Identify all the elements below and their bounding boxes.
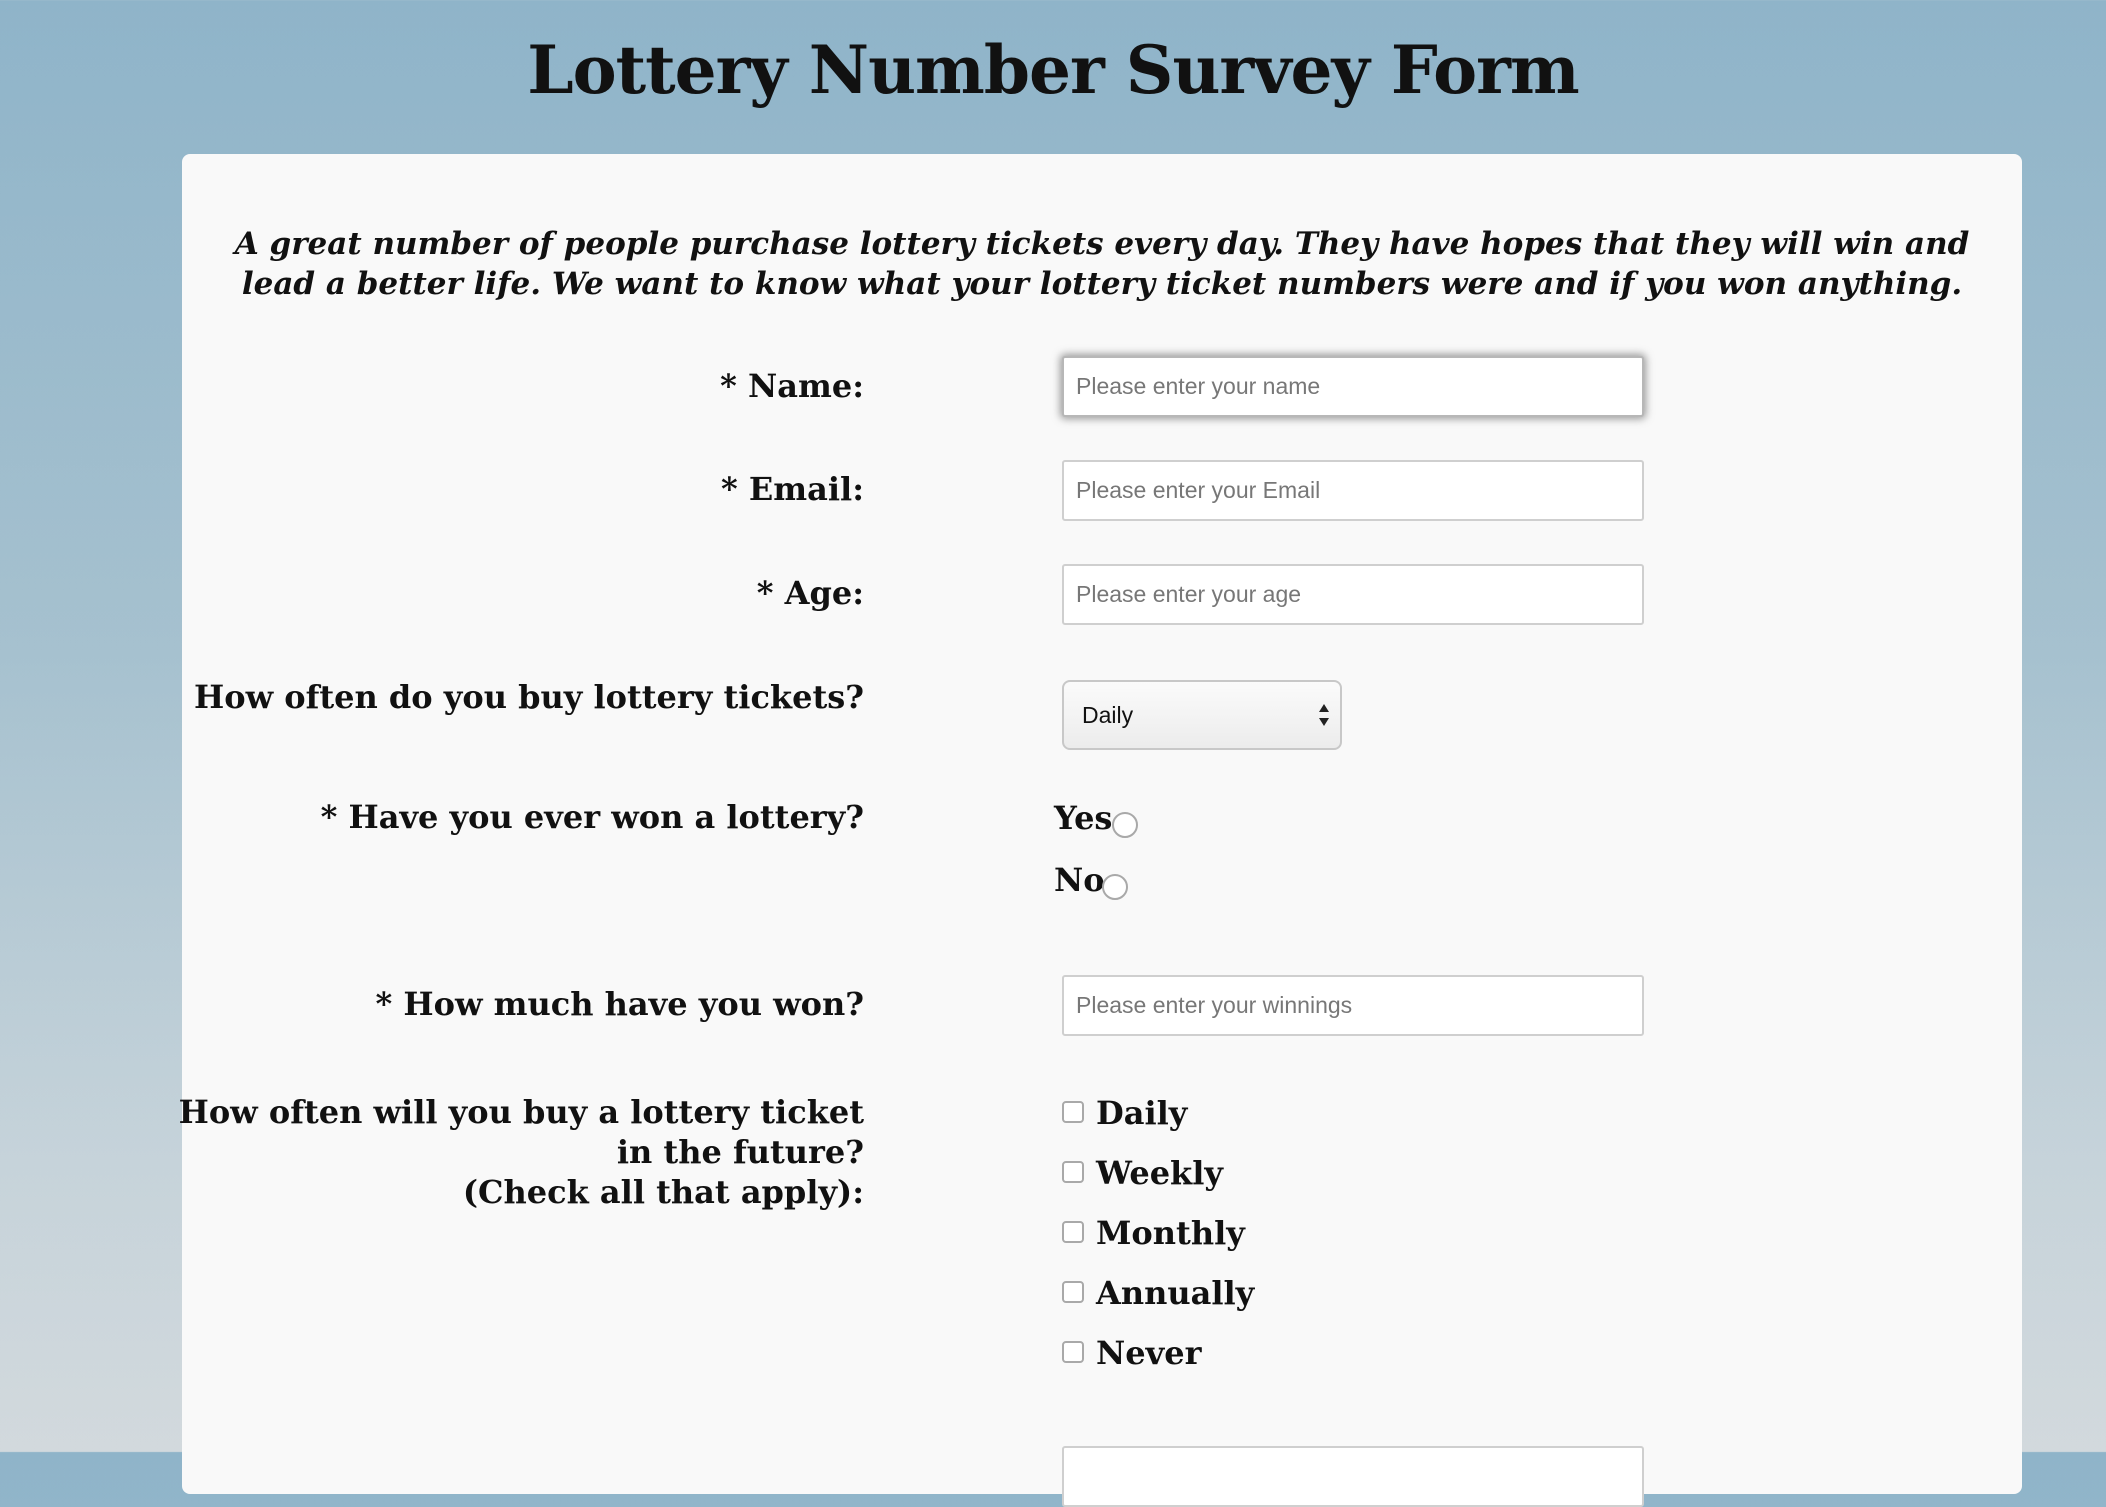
future-daily-label: Daily xyxy=(1096,1094,1188,1132)
future-monthly-label: Monthly xyxy=(1096,1214,1245,1252)
intro-text: A great number of people purchase lotter… xyxy=(234,226,1970,302)
future-label: How often will you buy a lottery ticket … xyxy=(164,1092,864,1212)
name-input[interactable] xyxy=(1062,356,1644,417)
future-daily-checkbox[interactable] xyxy=(1062,1101,1084,1123)
email-input[interactable] xyxy=(1062,460,1644,521)
future-never-checkbox[interactable] xyxy=(1062,1341,1084,1363)
name-label: * Name: xyxy=(720,367,864,405)
age-label: * Age: xyxy=(756,574,864,612)
age-input[interactable] xyxy=(1062,564,1644,625)
future-monthly-checkbox[interactable] xyxy=(1062,1221,1084,1243)
future-weekly-checkbox[interactable] xyxy=(1062,1161,1084,1183)
future-label-line1: How often will you buy a lottery ticket … xyxy=(178,1093,864,1171)
won-no-radio[interactable] xyxy=(1102,874,1128,900)
select-arrows-icon xyxy=(1319,704,1329,726)
winnings-input[interactable] xyxy=(1062,975,1644,1036)
won-label: * Have you ever won a lottery? xyxy=(320,798,864,836)
frequency-select-value: Daily xyxy=(1082,702,1134,728)
next-field-input[interactable] xyxy=(1062,1446,1644,1507)
won-yes-label: Yes xyxy=(1054,799,1113,837)
email-label: * Email: xyxy=(721,470,864,508)
page-title: Lottery Number Survey Form xyxy=(527,31,1580,109)
won-yes-radio[interactable] xyxy=(1112,812,1138,838)
future-weekly-label: Weekly xyxy=(1096,1154,1223,1192)
won-no-label: No xyxy=(1054,861,1105,899)
winnings-label: * How much have you won? xyxy=(375,985,865,1023)
survey-form-card: A great number of people purchase lotter… xyxy=(179,154,2022,1507)
future-label-line2: (Check all that apply): xyxy=(462,1173,864,1211)
future-never-label: Never xyxy=(1096,1334,1202,1372)
frequency-label: How often do you buy lottery tickets? xyxy=(193,678,864,716)
frequency-select[interactable]: Daily xyxy=(1062,680,1342,750)
future-annually-checkbox[interactable] xyxy=(1062,1281,1084,1303)
future-annually-label: Annually xyxy=(1096,1274,1255,1312)
